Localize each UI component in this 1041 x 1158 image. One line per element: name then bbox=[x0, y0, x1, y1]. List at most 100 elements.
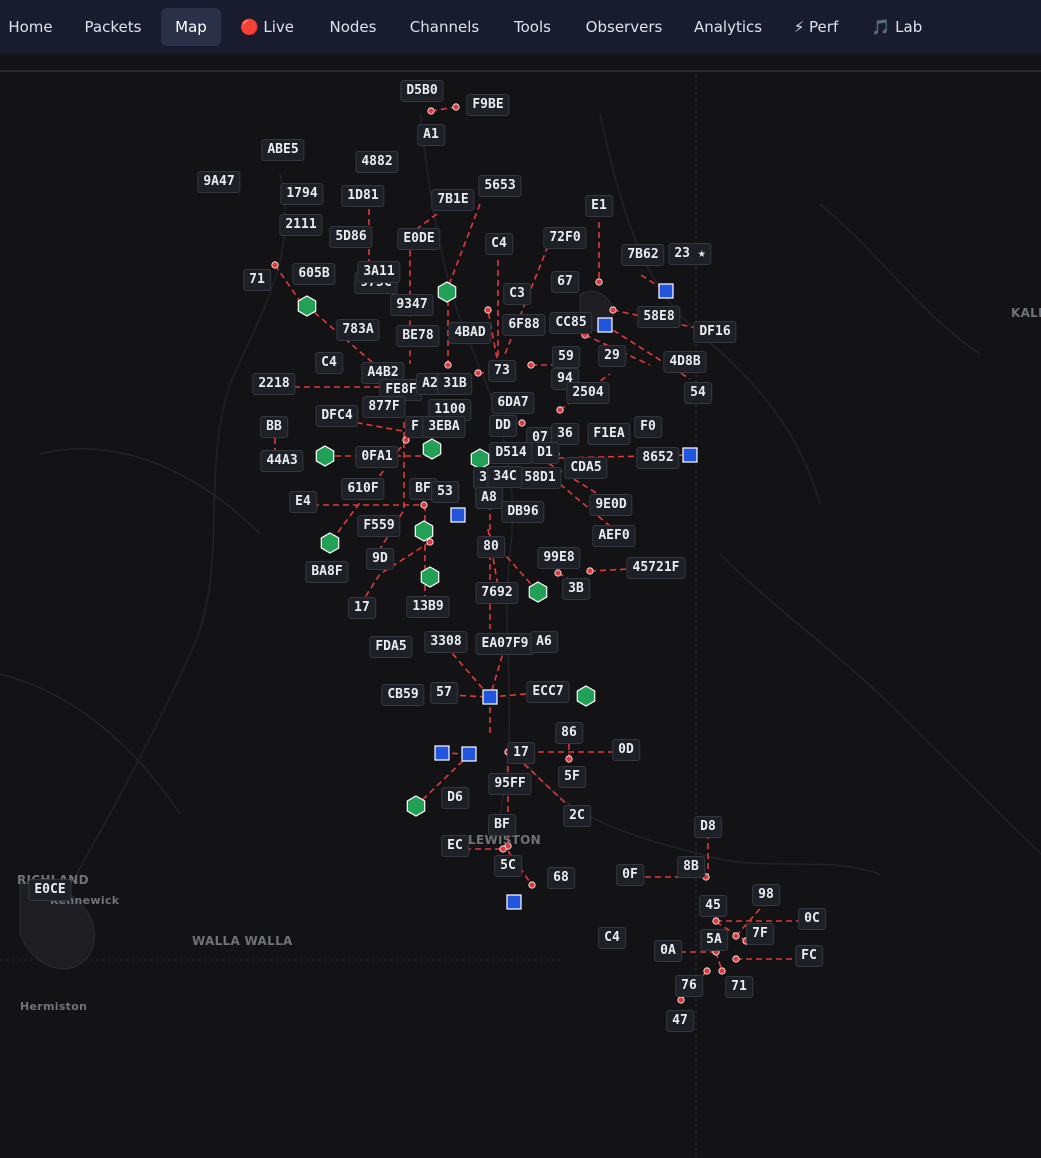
node-label[interactable]: D5B0 bbox=[400, 80, 444, 102]
node-label[interactable]: 76 bbox=[675, 975, 703, 997]
node-label[interactable]: BE78 bbox=[396, 325, 440, 347]
repeater-marker[interactable] bbox=[597, 317, 613, 333]
node-label[interactable]: 0C bbox=[798, 908, 826, 930]
node-label[interactable]: 4882 bbox=[355, 151, 399, 173]
node-point[interactable] bbox=[444, 361, 452, 369]
nav-lab[interactable]: 🎵 Lab bbox=[859, 8, 935, 46]
node-label[interactable]: 29 bbox=[598, 345, 626, 367]
node-point[interactable] bbox=[484, 306, 492, 314]
node-label[interactable]: 99E8 bbox=[537, 547, 581, 569]
node-label[interactable]: 7F bbox=[746, 923, 774, 945]
node-label[interactable]: 45 bbox=[699, 895, 727, 917]
node-label[interactable]: 59 bbox=[552, 346, 580, 368]
node-label[interactable]: A6 bbox=[530, 631, 558, 653]
node-label[interactable]: 2218 bbox=[252, 373, 296, 395]
node-label[interactable]: 5A bbox=[700, 929, 728, 951]
node-point[interactable] bbox=[271, 261, 279, 269]
node-label[interactable]: CC85 bbox=[549, 312, 593, 334]
node-label[interactable]: 67 bbox=[551, 271, 579, 293]
companion-marker[interactable] bbox=[470, 448, 490, 470]
node-label[interactable]: 5F bbox=[558, 766, 586, 788]
companion-marker[interactable] bbox=[315, 445, 335, 467]
node-label[interactable]: F1EA bbox=[587, 423, 631, 445]
node-label[interactable]: 98 bbox=[752, 884, 780, 906]
node-label[interactable]: EA07F9 bbox=[475, 633, 535, 655]
node-point[interactable] bbox=[703, 967, 711, 975]
node-label[interactable]: 45721F bbox=[626, 557, 686, 579]
node-label[interactable]: 73 bbox=[488, 360, 516, 382]
node-label[interactable]: FC bbox=[795, 945, 823, 967]
node-label[interactable]: D1 bbox=[531, 442, 559, 464]
node-label[interactable]: 95FF bbox=[488, 773, 532, 795]
node-label[interactable]: 54 bbox=[684, 382, 712, 404]
node-point[interactable] bbox=[427, 107, 435, 115]
node-label[interactable]: 9E0D bbox=[589, 494, 633, 516]
node-label[interactable]: 57 bbox=[430, 682, 458, 704]
node-label[interactable]: 86 bbox=[555, 722, 583, 744]
node-label[interactable]: F0 bbox=[634, 416, 662, 438]
node-label[interactable]: E0DE bbox=[397, 228, 441, 250]
node-label[interactable]: DFC4 bbox=[315, 405, 359, 427]
repeater-marker[interactable] bbox=[506, 894, 522, 910]
nav-perf[interactable]: ⚡ Perf bbox=[776, 8, 856, 46]
node-point[interactable] bbox=[452, 103, 460, 111]
node-label[interactable]: 3B bbox=[562, 578, 590, 600]
companion-marker[interactable] bbox=[406, 795, 426, 817]
node-point[interactable] bbox=[554, 569, 562, 577]
node-label[interactable]: 34C bbox=[487, 466, 523, 488]
node-label[interactable]: D514 bbox=[489, 442, 533, 464]
node-label[interactable]: 2C bbox=[563, 805, 591, 827]
companion-marker[interactable] bbox=[320, 532, 340, 554]
node-label[interactable]: 6F88 bbox=[502, 314, 546, 336]
node-label[interactable]: 53 bbox=[431, 481, 459, 503]
node-label[interactable]: DB96 bbox=[501, 501, 545, 523]
node-label[interactable]: 4BAD bbox=[448, 322, 492, 344]
node-label[interactable]: 71 bbox=[243, 269, 271, 291]
node-point[interactable] bbox=[528, 881, 536, 889]
node-label[interactable]: E4 bbox=[289, 491, 317, 513]
node-point[interactable] bbox=[527, 361, 535, 369]
node-point[interactable] bbox=[609, 306, 617, 314]
node-point[interactable] bbox=[718, 967, 726, 975]
companion-marker[interactable] bbox=[576, 685, 596, 707]
node-label[interactable]: 877F bbox=[362, 396, 406, 418]
nav-tools[interactable]: Tools bbox=[500, 8, 565, 46]
repeater-marker[interactable] bbox=[461, 746, 477, 762]
node-label[interactable]: 783A bbox=[336, 319, 380, 341]
nav-nodes[interactable]: Nodes bbox=[316, 8, 390, 46]
node-label[interactable]: FDA5 bbox=[369, 636, 413, 658]
companion-marker[interactable] bbox=[420, 566, 440, 588]
repeater-marker[interactable] bbox=[658, 283, 674, 299]
node-label[interactable]: 58E8 bbox=[637, 306, 681, 328]
node-label[interactable]: 47 bbox=[666, 1010, 694, 1032]
node-label[interactable]: C4 bbox=[598, 927, 626, 949]
node-label[interactable]: 17 bbox=[348, 597, 376, 619]
repeater-marker[interactable] bbox=[682, 447, 698, 463]
nav-observers[interactable]: Observers bbox=[568, 8, 680, 46]
nav-home[interactable]: Home bbox=[0, 8, 61, 46]
node-label[interactable]: C3 bbox=[503, 283, 531, 305]
node-label[interactable]: ECC7 bbox=[526, 681, 570, 703]
node-label[interactable]: 44A3 bbox=[260, 450, 304, 472]
node-label[interactable]: E1 bbox=[585, 195, 613, 217]
nav-analytics[interactable]: Analytics bbox=[683, 8, 773, 46]
nav-map[interactable]: Map bbox=[161, 8, 221, 46]
node-label[interactable]: BA8F bbox=[305, 561, 349, 583]
node-point[interactable] bbox=[595, 278, 603, 286]
node-label[interactable]: 5653 bbox=[478, 175, 522, 197]
node-label[interactable]: 5C bbox=[494, 855, 522, 877]
node-label[interactable]: 72F0 bbox=[543, 227, 587, 249]
node-label[interactable]: AEF0 bbox=[592, 525, 636, 547]
node-label[interactable]: CDA5 bbox=[564, 457, 608, 479]
node-label[interactable]: 0FA1 bbox=[355, 446, 399, 468]
node-label[interactable]: 7B1E bbox=[431, 189, 475, 211]
node-label[interactable]: A1 bbox=[417, 124, 445, 146]
repeater-marker[interactable] bbox=[450, 507, 466, 523]
node-label[interactable]: 13B9 bbox=[406, 596, 450, 618]
companion-marker[interactable] bbox=[297, 295, 317, 317]
node-label[interactable]: 0D bbox=[612, 739, 640, 761]
node-label[interactable]: ABE5 bbox=[261, 139, 305, 161]
node-point[interactable] bbox=[677, 996, 685, 1004]
node-label[interactable]: 1D81 bbox=[341, 185, 385, 207]
node-label[interactable]: C4 bbox=[485, 233, 513, 255]
